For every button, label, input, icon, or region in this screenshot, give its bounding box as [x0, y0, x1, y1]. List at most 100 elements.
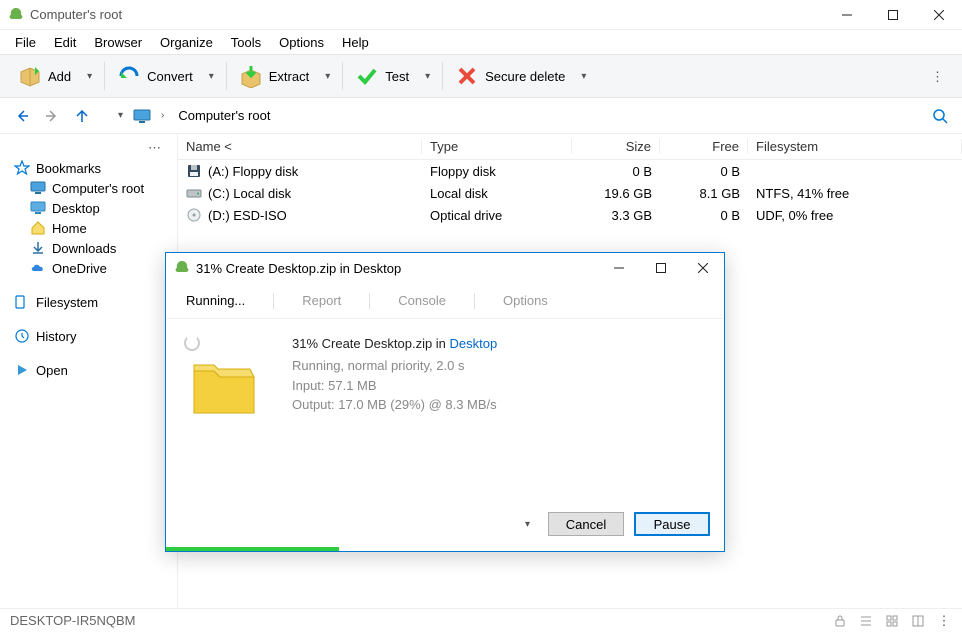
convert-button[interactable]: Convert: [109, 60, 201, 92]
sidebar-item-label: Downloads: [52, 241, 116, 256]
row-free: 8.1 GB: [660, 186, 748, 201]
menu-file[interactable]: File: [6, 32, 45, 53]
view-list-icon[interactable]: [858, 613, 874, 629]
sidebar-history-label: History: [36, 329, 76, 344]
extract-label: Extract: [269, 69, 309, 84]
col-size[interactable]: Size: [572, 139, 660, 154]
sidebar-item-onedrive[interactable]: OneDrive: [0, 258, 177, 278]
row-name: (D:) ESD-ISO: [208, 208, 287, 223]
dialog-title: 31% Create Desktop.zip in Desktop: [196, 261, 598, 276]
sidebar-open[interactable]: Open: [0, 360, 177, 380]
chevron-down-icon[interactable]: ▾: [114, 110, 127, 121]
table-row[interactable]: (C:) Local disk Local disk 19.6 GB 8.1 G…: [178, 182, 962, 204]
statusbar: DESKTOP-IR5NQBM ⋮: [0, 608, 962, 632]
titlebar: Computer's root: [0, 0, 962, 30]
view-panel-icon[interactable]: [910, 613, 926, 629]
optical-icon: [186, 207, 202, 223]
app-icon: [174, 260, 190, 276]
row-free: 0 B: [660, 208, 748, 223]
sidebar-item-label: Home: [52, 221, 87, 236]
close-button[interactable]: [916, 0, 962, 30]
col-filesystem[interactable]: Filesystem: [748, 139, 962, 154]
monitor-icon: [133, 109, 151, 123]
row-type: Floppy disk: [422, 164, 572, 179]
convert-dropdown[interactable]: ▾: [201, 67, 222, 86]
tab-report[interactable]: Report: [298, 287, 345, 314]
nav-forward[interactable]: [40, 104, 64, 128]
extract-button[interactable]: Extract: [231, 60, 317, 92]
statusbar-more[interactable]: ⋮: [936, 613, 952, 629]
star-icon: [14, 160, 30, 176]
hdd-icon: [186, 185, 202, 201]
view-grid-icon[interactable]: [884, 613, 900, 629]
breadcrumb-location[interactable]: Computer's root: [174, 108, 274, 123]
monitor-icon: [30, 180, 46, 196]
row-type: Local disk: [422, 186, 572, 201]
extract-dropdown[interactable]: ▾: [317, 67, 338, 86]
footer-dropdown[interactable]: ▾: [517, 515, 538, 534]
nav-back[interactable]: [10, 104, 34, 128]
table-header: Name < Type Size Free Filesystem: [178, 134, 962, 160]
add-button[interactable]: Add: [10, 60, 79, 92]
dialog-maximize[interactable]: [640, 254, 682, 282]
minimize-button[interactable]: [824, 0, 870, 30]
secure-delete-button[interactable]: Secure delete: [447, 60, 573, 92]
menu-tools[interactable]: Tools: [222, 32, 270, 53]
menu-organize[interactable]: Organize: [151, 32, 222, 53]
menu-options[interactable]: Options: [270, 32, 333, 53]
cancel-button[interactable]: Cancel: [548, 512, 624, 536]
address-bar: ▾ › Computer's root: [0, 98, 962, 134]
col-type[interactable]: Type: [422, 139, 572, 154]
breadcrumb-separator: ›: [157, 110, 168, 121]
progress-output: Output: 17.0 MB (29%) @ 8.3 MB/s: [292, 395, 708, 415]
lock-icon[interactable]: [832, 613, 848, 629]
menu-help[interactable]: Help: [333, 32, 378, 53]
menu-edit[interactable]: Edit: [45, 32, 85, 53]
sidebar-item-downloads[interactable]: Downloads: [0, 238, 177, 258]
table-row[interactable]: (A:) Floppy disk Floppy disk 0 B 0 B: [178, 160, 962, 182]
progress-bar: [166, 547, 724, 551]
convert-label: Convert: [147, 69, 193, 84]
progress-dialog: 31% Create Desktop.zip in Desktop Runnin…: [165, 252, 725, 552]
menubar: File Edit Browser Organize Tools Options…: [0, 30, 962, 54]
dialog-minimize[interactable]: [598, 254, 640, 282]
menu-browser[interactable]: Browser: [85, 32, 151, 53]
window-controls: [824, 0, 962, 30]
sidebar-item-root[interactable]: Computer's root: [0, 178, 177, 198]
tab-running[interactable]: Running...: [182, 287, 249, 314]
dialog-close[interactable]: [682, 254, 724, 282]
sidebar-bookmarks[interactable]: Bookmarks: [0, 158, 177, 178]
secure-delete-dropdown[interactable]: ▾: [573, 67, 594, 86]
tab-console[interactable]: Console: [394, 287, 450, 314]
dialog-footer: ▾ Cancel Pause: [166, 501, 724, 547]
maximize-button[interactable]: [870, 0, 916, 30]
pause-button[interactable]: Pause: [634, 512, 710, 536]
test-button[interactable]: Test: [347, 60, 417, 92]
sidebar-item-label: Computer's root: [52, 181, 144, 196]
destination-link[interactable]: Desktop: [450, 336, 498, 351]
secure-delete-label: Secure delete: [485, 69, 565, 84]
add-label: Add: [48, 69, 71, 84]
test-dropdown[interactable]: ▾: [417, 67, 438, 86]
col-free[interactable]: Free: [660, 139, 748, 154]
table-row[interactable]: (D:) ESD-ISO Optical drive 3.3 GB 0 B UD…: [178, 204, 962, 226]
col-name[interactable]: Name <: [178, 139, 422, 154]
sidebar-filesystem[interactable]: Filesystem: [0, 292, 177, 312]
sidebar-item-desktop[interactable]: Desktop: [0, 198, 177, 218]
sidebar-history[interactable]: History: [0, 326, 177, 346]
dialog-titlebar[interactable]: 31% Create Desktop.zip in Desktop: [166, 253, 724, 283]
window-title: Computer's root: [30, 7, 824, 22]
sidebar-item-home[interactable]: Home: [0, 218, 177, 238]
row-fs: UDF, 0% free: [748, 208, 962, 223]
sidebar-more[interactable]: ⋯: [0, 138, 177, 158]
progress-input: Input: 57.1 MB: [292, 376, 708, 396]
toolbar-more[interactable]: ⋮: [923, 65, 952, 88]
row-size: 0 B: [572, 164, 660, 179]
nav-up[interactable]: [70, 104, 94, 128]
search-button[interactable]: [928, 104, 952, 128]
tab-options[interactable]: Options: [499, 287, 552, 314]
progress-headline: 31% Create Desktop.zip in Desktop: [292, 335, 708, 352]
sidebar-item-label: OneDrive: [52, 261, 107, 276]
sidebar-item-label: Desktop: [52, 201, 100, 216]
add-dropdown[interactable]: ▾: [79, 67, 100, 86]
